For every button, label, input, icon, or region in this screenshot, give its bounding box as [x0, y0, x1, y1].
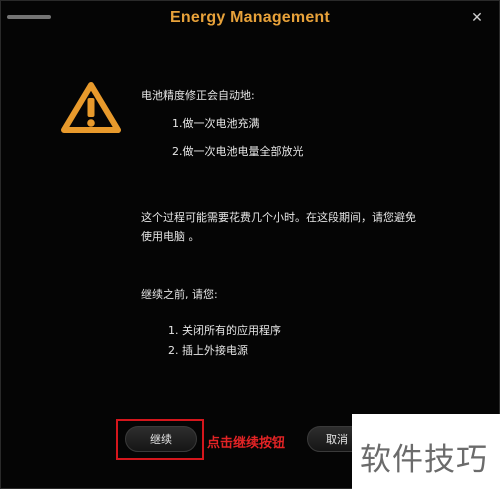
window-title: Energy Management	[170, 9, 330, 26]
notice-line-2: 使用电脑 。	[141, 230, 200, 243]
notice-line-1: 这个过程可能需要花费几个小时。在这段期间，请您避免	[141, 211, 416, 224]
title-bar: Energy Management ✕	[1, 1, 499, 39]
warning-icon	[61, 82, 121, 133]
auto-step-1: 1.做一次电池充满	[172, 117, 260, 130]
intro-text: 电池精度修正会自动地:	[141, 89, 255, 102]
continue-highlight-box	[116, 419, 204, 460]
before-step-2: 2. 插上外接电源	[168, 344, 248, 357]
before-step-1: 1. 关闭所有的应用程序	[168, 324, 281, 337]
click-continue-annotation: 点击继续按钮	[207, 436, 286, 451]
before-continue-label: 继续之前, 请您:	[141, 288, 218, 301]
auto-step-2: 2.做一次电池电量全部放光	[172, 145, 304, 158]
watermark-text: 软件技巧	[360, 442, 488, 478]
watermark-panel: 软件技巧	[352, 414, 500, 489]
close-icon[interactable]: ✕	[469, 10, 485, 26]
energy-management-dialog: Energy Management ✕ 电池精度修正会自动地: 1.做一次电池充…	[0, 0, 500, 489]
